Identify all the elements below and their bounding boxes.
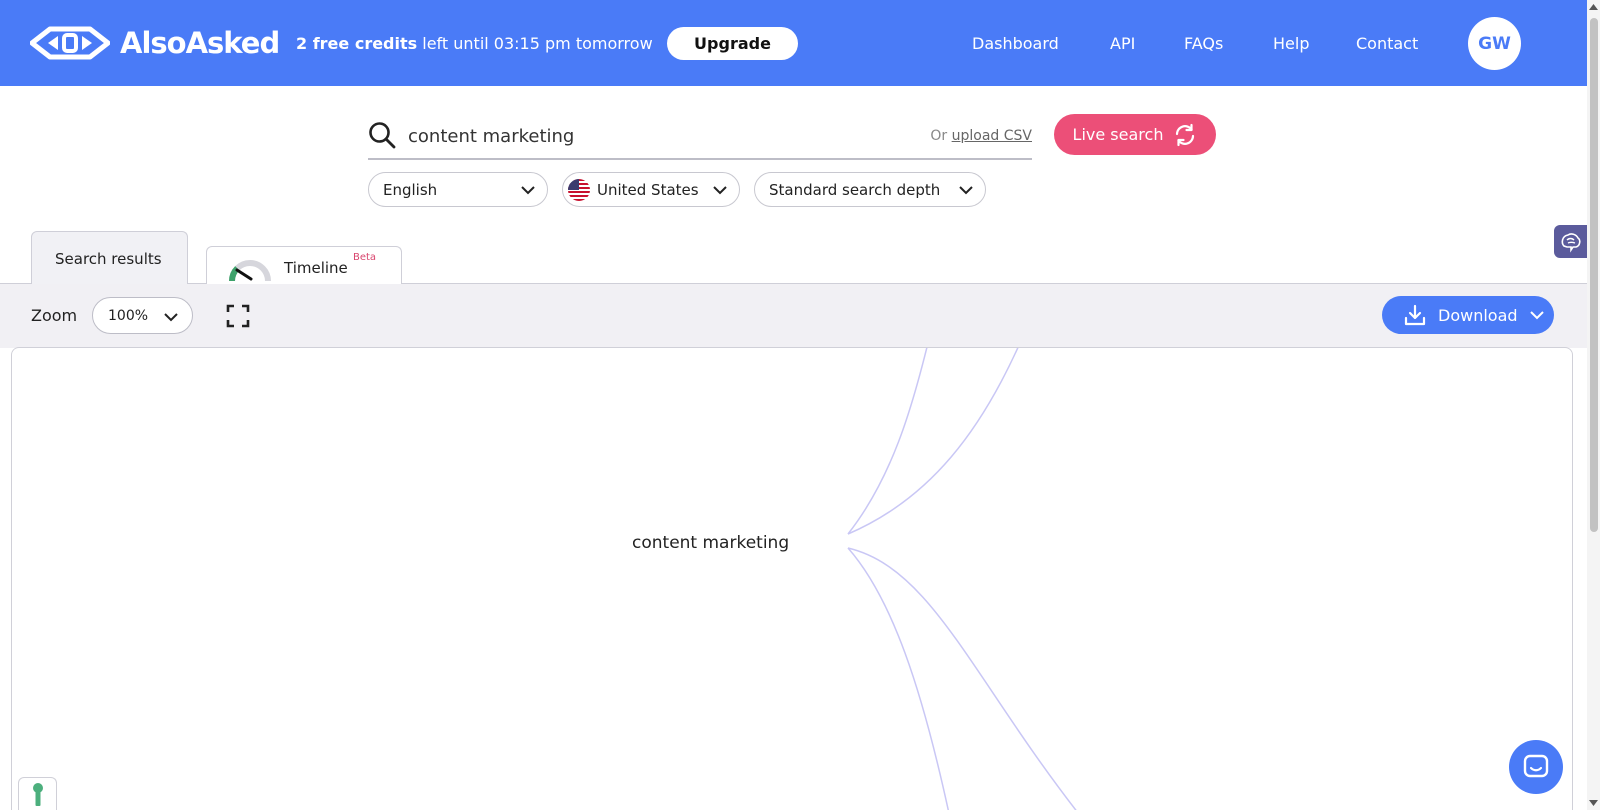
zoom-label: Zoom [31,306,78,325]
upgrade-button[interactable]: Upgrade [667,27,798,60]
mindmap-edge [847,547,950,810]
results-canvas[interactable]: content marketing [11,347,1573,810]
tab-search-results[interactable]: Search results [31,231,188,284]
keyhole-button[interactable] [18,777,57,810]
search-input[interactable] [408,122,848,150]
search-depth-value: Standard search depth [769,180,941,199]
search-icon [369,122,396,149]
upload-csv-link[interactable]: upload CSV [952,128,1032,144]
page-scrollbar[interactable] [1587,0,1600,810]
chevron-down-icon [164,313,178,322]
mindmap-edge [847,348,1019,535]
mindmap-edge [847,547,1077,810]
zoom-select[interactable]: 100% [92,297,193,334]
download-label: Download [1438,305,1518,325]
language-select[interactable]: English [368,172,548,207]
chat-launcher-button[interactable] [1509,740,1563,794]
top-header: AlsoAsked 2 free credits left until 03:1… [0,0,1587,86]
live-search-button[interactable]: Live search [1054,114,1216,155]
chevron-down-icon [959,186,973,195]
live-search-label: Live search [1072,125,1164,144]
results-toolbar: Zoom 100% Download [0,284,1587,348]
tab-search-results-label: Search results [55,250,162,268]
country-value: United States [597,180,699,199]
gauge-icon [229,260,271,282]
mindmap-edges [847,348,1077,810]
upload-csv-prefix: Or [930,128,952,144]
logo-text: AlsoAsked [120,26,280,60]
chevron-down-icon [521,186,535,195]
upload-csv-hint: Or upload CSV [930,128,1032,144]
refresh-icon [1176,123,1195,146]
fullscreen-icon[interactable] [226,304,250,328]
tab-timeline[interactable]: Timeline Beta [206,246,402,284]
keyhole-icon [32,783,43,806]
download-icon [1404,304,1426,326]
scrollbar-thumb[interactable] [1590,18,1598,532]
chevron-down-icon [713,186,727,195]
nav-dashboard[interactable]: Dashboard [972,34,1059,53]
tab-timeline-label: Timeline [284,259,348,277]
download-button[interactable]: Download [1382,296,1554,334]
brain-icon [1561,232,1581,253]
nav-faqs[interactable]: FAQs [1184,34,1223,53]
search-bar: Or upload CSV [368,112,1032,160]
mindmap-root-node[interactable]: content marketing [632,533,789,553]
mindmap-edge [847,348,928,535]
beta-badge: Beta [353,252,377,263]
alsoasked-logo-icon [30,26,110,60]
scroll-down-arrow-icon[interactable] [1589,799,1598,807]
nav-api[interactable]: API [1110,34,1135,53]
credits-notice: 2 free credits left until 03:15 pm tomor… [296,34,653,53]
country-select[interactable]: United States [562,172,740,207]
nav-help[interactable]: Help [1273,34,1309,53]
zoom-value: 100% [108,308,149,324]
credits-count: 2 free credits [296,34,418,53]
nav-contact[interactable]: Contact [1356,34,1418,53]
chevron-down-icon [1529,311,1544,320]
us-flag-icon [568,178,590,201]
credits-time: left until 03:15 pm tomorrow [417,34,653,53]
scroll-up-arrow-icon[interactable] [1589,3,1598,11]
language-value: English [383,180,438,199]
side-feedback-widget[interactable] [1554,225,1587,258]
user-avatar[interactable]: GW [1468,17,1521,70]
search-depth-select[interactable]: Standard search depth [754,172,986,207]
chat-icon [1523,754,1549,778]
logo[interactable]: AlsoAsked [30,25,280,61]
